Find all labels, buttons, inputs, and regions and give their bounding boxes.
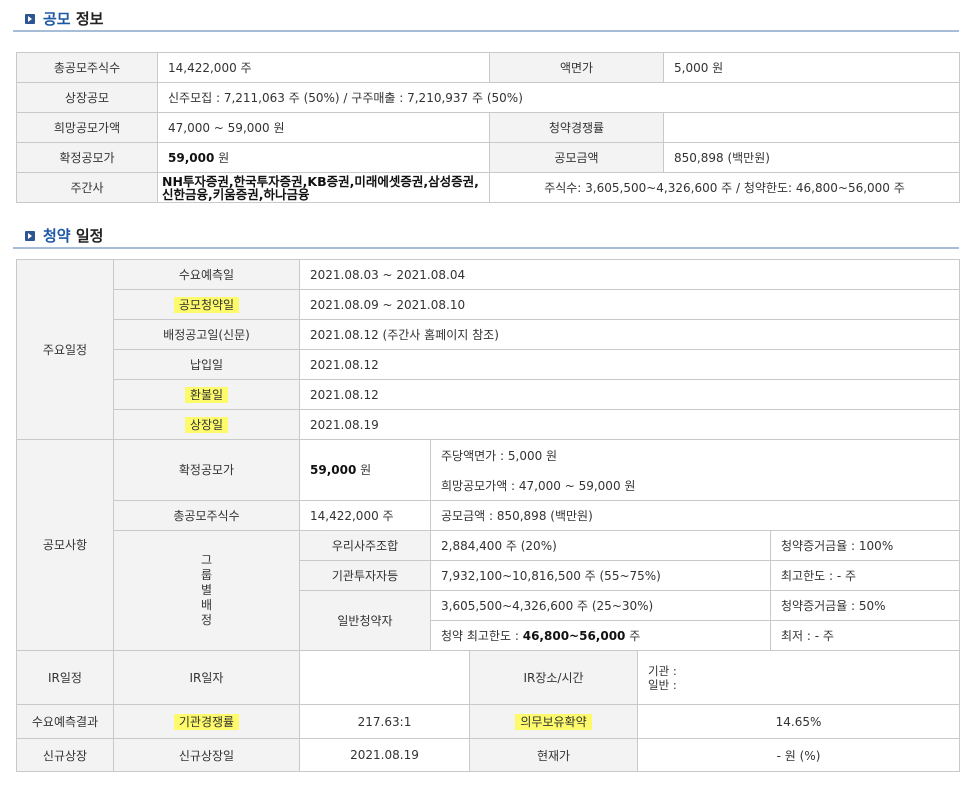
ir-date-label: IR일자: [113, 650, 300, 705]
new-listing-date-label: 신규상장일: [113, 738, 300, 772]
table-row: 배정공고일(신문) 2021.08.12 (주간사 홈페이지 참조): [17, 319, 960, 350]
total-shares-label: 총공모주식수: [16, 52, 158, 83]
new-listing-label: 신규상장: [16, 738, 114, 772]
table-row: 납입일 2021.08.12: [17, 349, 960, 380]
offering-section-title: 공모 정보: [43, 10, 104, 28]
listing-offer-value: 신주모집 : 7,211,063 주 (50%) / 구주매출 : 7,210,…: [157, 82, 960, 113]
schedule-value: 2021.08.03 ~ 2021.08.04: [299, 259, 960, 290]
amount-value: 공모금액 : 850,898 (백만원): [430, 499, 960, 531]
ir-place-inst: 기관 :: [648, 663, 677, 678]
table-row: 희망공모가액 47,000 ~ 59,000 원 청약경쟁률: [16, 112, 960, 143]
schedule-value: 2021.08.12: [299, 349, 960, 380]
ir-place-label: IR장소/시간: [469, 650, 638, 705]
table-row: 수요예측결과 기관경쟁률 217.63:1 의무보유확약 14.65%: [16, 704, 960, 739]
competition-value: [663, 112, 960, 143]
hope-price: 희망공모가액 : 47,000 ~ 59,000 원: [430, 470, 960, 501]
offering-info-table: 총공모주식수 14,422,000 주 액면가 5,000 원 상장공모 신주모…: [16, 52, 960, 203]
table-row: 공모청약일 2021.08.09 ~ 2021.08.10: [17, 289, 960, 320]
table-row: 상장일 2021.08.19: [17, 409, 960, 440]
schedule-label: 공모청약일: [173, 297, 240, 313]
section-arrow-icon: [25, 14, 35, 24]
schedule-value: 2021.08.09 ~ 2021.08.10: [299, 289, 960, 320]
retail-min: 최저 : - 주: [770, 619, 960, 651]
current-price-value: - 원 (%): [637, 738, 960, 772]
total-shares-value: 14,422,000 주: [299, 499, 431, 531]
table-row: IR일정 IR일자 IR장소/시간 기관 : 일반 :: [16, 650, 960, 705]
offering-items-label: 공모사항: [16, 439, 114, 651]
total-shares-value: 14,422,000 주: [157, 52, 490, 83]
lockup-value: 14.65%: [637, 704, 960, 739]
final-price-label: 확정공모가: [16, 142, 158, 173]
table-row: 환불일 2021.08.12: [17, 379, 960, 410]
group-shares: 3,605,500~4,326,600 주 (25~30%): [430, 589, 771, 621]
hope-price-value: 47,000 ~ 59,000 원: [157, 112, 490, 143]
amount-value: 850,898 (백만원): [663, 142, 960, 173]
group-name: 우리사주조합: [299, 529, 431, 561]
par-value: 5,000 원: [663, 52, 960, 83]
table-row: 그룹별배정 우리사주조합 2,884,400 주 (20%) 청약증거금율 : …: [17, 529, 960, 651]
schedule-value: 2021.08.19: [299, 409, 960, 440]
schedule-label: 상장일: [184, 417, 229, 433]
demand-label: 수요예측결과: [16, 704, 114, 739]
listing-offer-label: 상장공모: [16, 82, 158, 113]
group-note: 최고한도 : - 주: [770, 559, 960, 591]
group-name: 기관투자자등: [299, 559, 431, 591]
par-value: 주당액면가 : 5,000 원: [430, 439, 960, 471]
managers-value: NH투자증권,한국투자증권,KB증권,미래에셋증권,삼성증권,신한금융,키움증권…: [162, 173, 479, 202]
schedule-label: 환불일: [184, 387, 229, 403]
schedule-label: 수요예측일: [113, 259, 300, 290]
schedule-value: 2021.08.12 (주간사 홈페이지 참조): [299, 319, 960, 350]
table-row: 주간사 NH투자증권,한국투자증권,KB증권,미래에셋증권,삼성증권,신한금융,…: [16, 172, 960, 203]
group-allocation-label: 그룹별배정: [200, 552, 213, 627]
main-schedule-label: 주요일정: [16, 259, 114, 440]
table-row: 공모사항 확정공모가 59,000 원 주당액면가 : 5,000 원: [16, 439, 960, 651]
final-price-label: 확정공모가: [113, 439, 300, 501]
ir-date-value: [299, 650, 470, 705]
schedule-value: 2021.08.12: [299, 379, 960, 410]
schedule-section-header: 청약 일정: [13, 223, 959, 249]
retail-limit: 청약 최고한도 : 46,800~56,000 주: [430, 619, 771, 651]
amount-label: 공모금액: [489, 142, 664, 173]
total-shares-label: 총공모주식수: [113, 499, 300, 531]
section-arrow-icon: [25, 231, 35, 241]
schedule-section-title: 청약 일정: [43, 227, 104, 245]
new-listing-date-value: 2021.08.19: [299, 738, 470, 772]
schedule-label: 납입일: [113, 349, 300, 380]
group-note: 청약증거금율 : 100%: [770, 529, 960, 561]
final-price-value: 59,000 원: [157, 142, 490, 173]
table-row: 주요일정 수요예측일 2021.08.03 ~ 2021.08.04: [16, 259, 960, 440]
group-shares: 7,932,100~10,816,500 주 (55~75%): [430, 559, 771, 591]
group-name: 일반청약자: [299, 589, 431, 651]
table-row: 총공모주식수 14,422,000 주 공모금액 : 850,898 (백만원): [17, 499, 960, 531]
offering-items-table: 공모사항 확정공모가 59,000 원 주당액면가 : 5,000 원 희망공모…: [16, 439, 960, 651]
table-row: 총공모주식수 14,422,000 주 액면가 5,000 원: [16, 52, 960, 83]
final-price-value: 59,000 원: [299, 439, 431, 501]
table-row: 확정공모가 59,000 원 공모금액 850,898 (백만원): [16, 142, 960, 173]
schedule-label: 배정공고일(신문): [113, 319, 300, 350]
results-table: IR일정 IR일자 IR장소/시간 기관 : 일반 : 수요예측결과 기관경쟁률…: [16, 650, 960, 772]
inst-comp-label: 기관경쟁률: [173, 714, 240, 730]
current-price-label: 현재가: [469, 738, 638, 772]
offering-section-header: 공모 정보: [13, 6, 959, 32]
inst-comp-value: 217.63:1: [299, 704, 470, 739]
lockup-label: 의무보유확약: [515, 714, 592, 730]
managers-shares: 주식수: 3,605,500~4,326,600 주 / 청약한도: 46,80…: [489, 172, 960, 203]
group-shares: 2,884,400 주 (20%): [430, 529, 771, 561]
ir-place-retail: 일반 :: [648, 677, 677, 692]
main-schedule-table: 주요일정 수요예측일 2021.08.03 ~ 2021.08.04 공모청약일…: [16, 259, 960, 440]
managers-label: 주간사: [16, 172, 158, 203]
par-label: 액면가: [489, 52, 664, 83]
competition-label: 청약경쟁률: [489, 112, 664, 143]
group-note: 청약증거금율 : 50%: [770, 589, 960, 621]
ipo-page: 공모 정보 총공모주식수 14,422,000 주 액면가 5,000 원 상장…: [0, 0, 966, 786]
table-row: 신규상장 신규상장일 2021.08.19 현재가 - 원 (%): [16, 738, 960, 772]
hope-price-label: 희망공모가액: [16, 112, 158, 143]
ir-label: IR일정: [16, 650, 114, 705]
table-row: 상장공모 신주모집 : 7,211,063 주 (50%) / 구주매출 : 7…: [16, 82, 960, 113]
